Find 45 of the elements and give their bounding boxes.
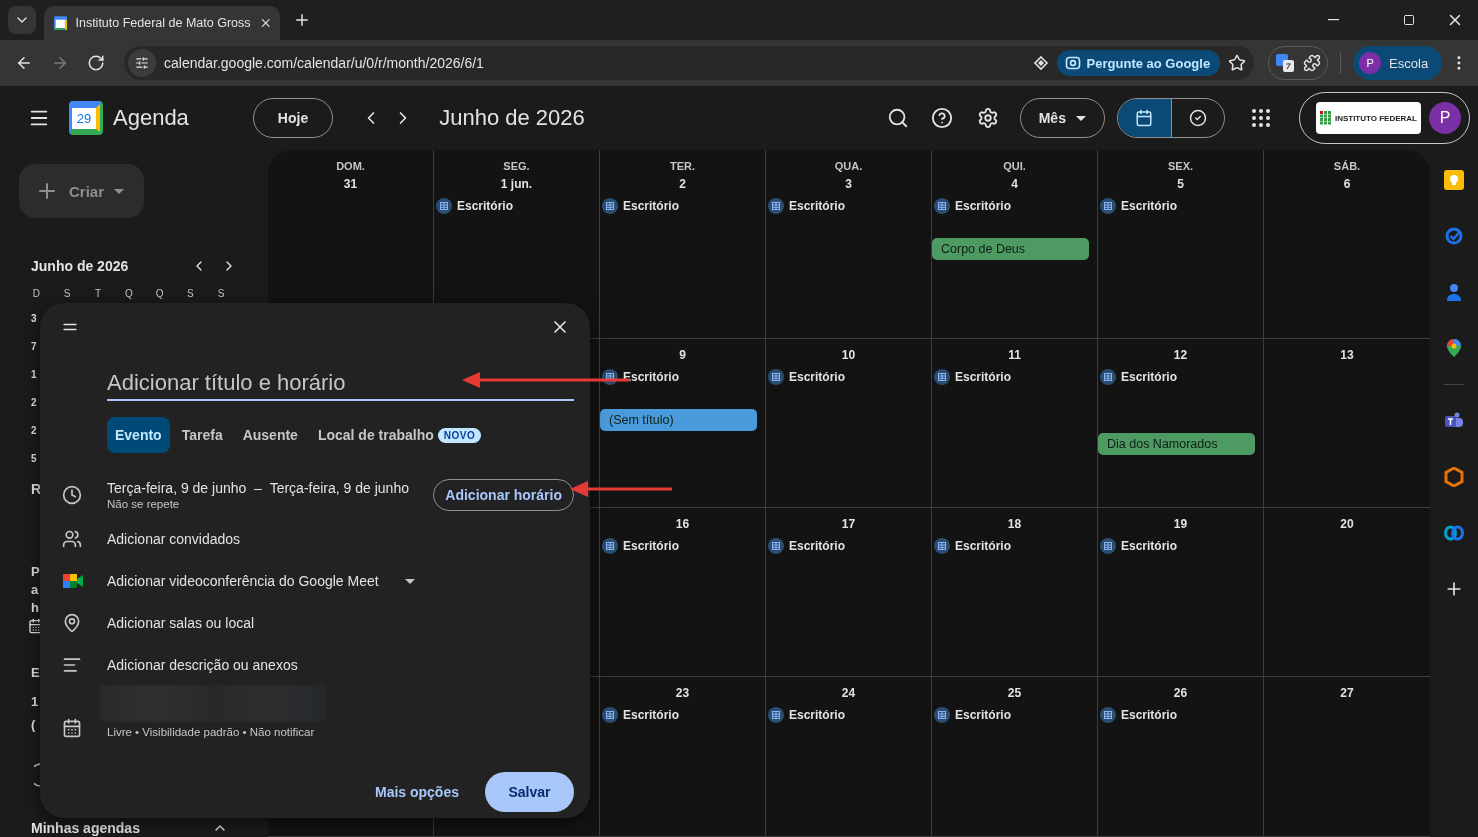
weekday-label: QUI. <box>1003 160 1026 172</box>
event-title: Escritório <box>789 370 845 384</box>
weekday-label: TER. <box>669 160 696 172</box>
event-title: Escritório <box>789 708 845 722</box>
event-title: Escritório <box>623 539 679 553</box>
event-title: Escritório <box>623 199 679 213</box>
weekday-letter: D <box>31 288 41 299</box>
event-title: Escritório <box>623 370 679 384</box>
event-title: Escritório <box>789 199 845 213</box>
calendar-logo: 29 <box>69 101 103 135</box>
weekday-letter: S <box>62 288 72 299</box>
event-title: Escritório <box>457 199 513 213</box>
event-title: Escritório <box>955 199 1011 213</box>
weekday-label: DOM. <box>336 160 365 172</box>
event-title: Escritório <box>623 708 679 722</box>
sidebar-text: 1 <box>31 694 39 710</box>
event-title: Escritório <box>1121 539 1177 553</box>
event-title: Escritório <box>1121 370 1177 384</box>
event-title: Escritório <box>955 708 1011 722</box>
new-badge: NOVO <box>437 427 482 443</box>
weekday-label: SEG. <box>503 160 530 172</box>
sidebar-text: P <box>31 564 40 580</box>
weekday-letter: T <box>93 288 103 299</box>
weekday-label: QUA. <box>834 160 863 172</box>
tab-title: Instituto Federal de Mato Gross <box>75 16 251 30</box>
weekday-letter: S <box>186 288 195 299</box>
weekday-label: SÁB. <box>1333 160 1361 172</box>
weekday-letter: Q <box>123 288 134 299</box>
org-logo: INSTITUTO FEDERAL <box>1315 102 1421 134</box>
weekday-letter: S <box>216 288 226 299</box>
weekday-label: SEX. <box>1167 160 1194 172</box>
event-title: Escritório <box>955 370 1011 384</box>
sidebar-text: ( <box>31 717 36 733</box>
sidebar-text: E <box>31 665 40 681</box>
sidebar-text: h <box>31 600 39 616</box>
app-name: Agenda <box>113 105 189 131</box>
event-title: Escritório <box>1121 199 1177 213</box>
sidebar-text: a <box>31 582 39 598</box>
period-title: Junho de 2026 <box>439 105 585 131</box>
mini-calendar-title: Junho de 2026 <box>31 258 130 274</box>
sidebar-text: R <box>31 481 42 497</box>
event-title: Escritório <box>1121 708 1177 722</box>
event-title: Escritório <box>955 539 1011 553</box>
weekday-letter: Q <box>154 288 165 299</box>
event-title: Escritório <box>789 539 845 553</box>
